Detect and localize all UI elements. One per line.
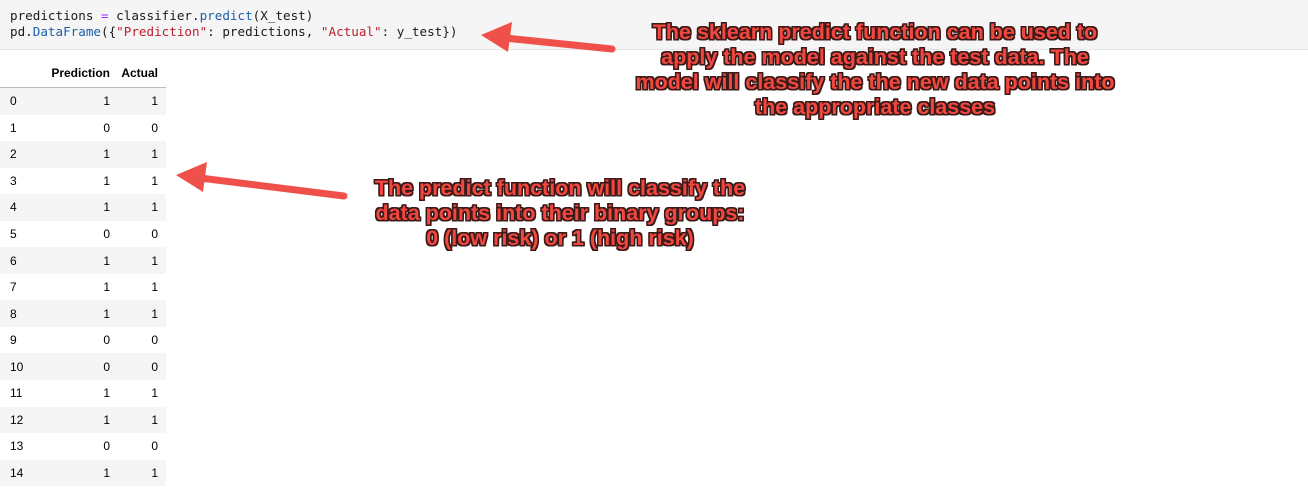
annotation-top-line-1: The sklearn predict function can be used… — [652, 20, 1098, 44]
annotation-top-line-4: the appropriate classes — [754, 95, 996, 119]
annotation-top-line-2: apply the model against the test data. T… — [661, 45, 1089, 69]
annotation-middle-line-2: data points into their binary groups: — [375, 201, 745, 225]
annotation-middle: The predict function will classify the d… — [335, 176, 785, 251]
annotation-top: The sklearn predict function can be used… — [590, 20, 1160, 120]
annotation-middle-line-3: 0 (low risk) or 1 (high risk) — [426, 226, 694, 250]
annotation-top-line-3: model will classify the the new data poi… — [635, 70, 1115, 94]
arrow-to-table-icon — [176, 162, 348, 200]
annotation-middle-line-1: The predict function will classify the — [374, 176, 746, 200]
